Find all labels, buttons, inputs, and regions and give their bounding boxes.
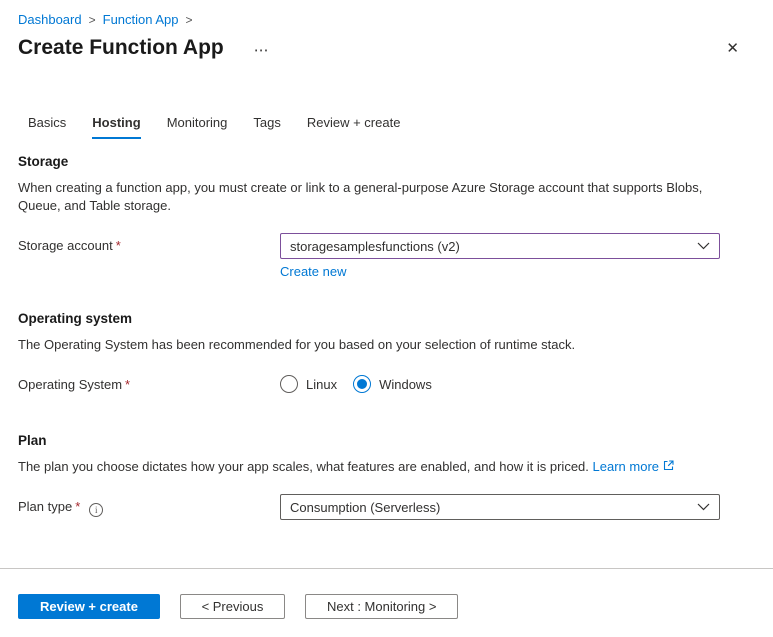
radio-windows-label: Windows — [379, 377, 432, 392]
wizard-footer: Review + create < Previous Next : Monito… — [0, 568, 773, 637]
tab-review-create[interactable]: Review + create — [307, 115, 401, 139]
os-radio-group: Linux Windows — [280, 372, 432, 393]
create-new-link[interactable]: Create new — [280, 264, 346, 279]
tab-monitoring[interactable]: Monitoring — [167, 115, 228, 139]
operating-system-label: Operating System* — [18, 372, 280, 392]
section-plan: Plan The plan you choose dictates how yo… — [18, 433, 755, 520]
page-title: Create Function App — [18, 36, 224, 60]
plan-type-label: Plan type* i — [18, 494, 280, 517]
learn-more-link[interactable]: Learn more — [593, 459, 659, 474]
breadcrumb-separator: > — [186, 13, 193, 27]
plan-type-dropdown[interactable]: Consumption (Serverless) — [280, 494, 720, 520]
operating-system-label-text: Operating System — [18, 377, 122, 392]
close-icon[interactable]: ✕ — [724, 39, 741, 58]
section-operating-system: Operating system The Operating System ha… — [18, 311, 755, 393]
chevron-down-icon — [697, 503, 710, 511]
info-icon[interactable]: i — [89, 503, 103, 517]
operating-system-description: The Operating System has been recommende… — [18, 336, 741, 354]
storage-account-value: storagesamplesfunctions (v2) — [290, 239, 460, 254]
tab-hosting[interactable]: Hosting — [92, 115, 140, 139]
storage-account-control: storagesamplesfunctions (v2) Create new — [280, 233, 720, 279]
previous-button[interactable]: < Previous — [180, 594, 286, 619]
chevron-down-icon — [697, 242, 710, 250]
next-monitoring-button[interactable]: Next : Monitoring > — [305, 594, 458, 619]
radio-windows[interactable]: Windows — [353, 375, 432, 393]
plan-type-control: Consumption (Serverless) — [280, 494, 720, 520]
storage-account-field-row: Storage account* storagesamplesfunctions… — [18, 233, 755, 279]
storage-heading: Storage — [18, 154, 755, 169]
plan-type-value: Consumption (Serverless) — [290, 500, 440, 515]
breadcrumb: Dashboard > Function App > — [18, 0, 755, 27]
tab-tags[interactable]: Tags — [253, 115, 280, 139]
operating-system-heading: Operating system — [18, 311, 755, 326]
plan-heading: Plan — [18, 433, 755, 448]
storage-account-dropdown[interactable]: storagesamplesfunctions (v2) — [280, 233, 720, 259]
section-storage: Storage When creating a function app, yo… — [18, 154, 755, 279]
storage-account-label-text: Storage account — [18, 238, 113, 253]
breadcrumb-link-dashboard[interactable]: Dashboard — [18, 12, 82, 27]
more-menu-icon[interactable]: ⋯ — [254, 41, 270, 59]
operating-system-field-row: Operating System* Linux Windows — [18, 372, 755, 393]
plan-description: The plan you choose dictates how your ap… — [18, 458, 741, 476]
required-asterisk: * — [75, 499, 80, 514]
radio-linux-label: Linux — [306, 377, 337, 392]
breadcrumb-separator: > — [89, 13, 96, 27]
required-asterisk: * — [116, 238, 121, 253]
storage-account-label: Storage account* — [18, 233, 280, 253]
storage-description: When creating a function app, you must c… — [18, 179, 741, 215]
page-header: Create Function App ⋯ ✕ — [18, 36, 755, 60]
plan-type-label-text: Plan type — [18, 499, 72, 514]
plan-type-field-row: Plan type* i Consumption (Serverless) — [18, 494, 755, 520]
radio-unselected-icon — [280, 375, 298, 393]
radio-selected-icon — [353, 375, 371, 393]
required-asterisk: * — [125, 377, 130, 392]
tab-basics[interactable]: Basics — [28, 115, 66, 139]
radio-linux[interactable]: Linux — [280, 375, 337, 393]
plan-description-text: The plan you choose dictates how your ap… — [18, 459, 589, 474]
breadcrumb-link-function-app[interactable]: Function App — [103, 12, 179, 27]
review-create-button[interactable]: Review + create — [18, 594, 160, 619]
wizard-tabs: Basics Hosting Monitoring Tags Review + … — [28, 115, 755, 139]
external-link-icon — [663, 459, 674, 474]
